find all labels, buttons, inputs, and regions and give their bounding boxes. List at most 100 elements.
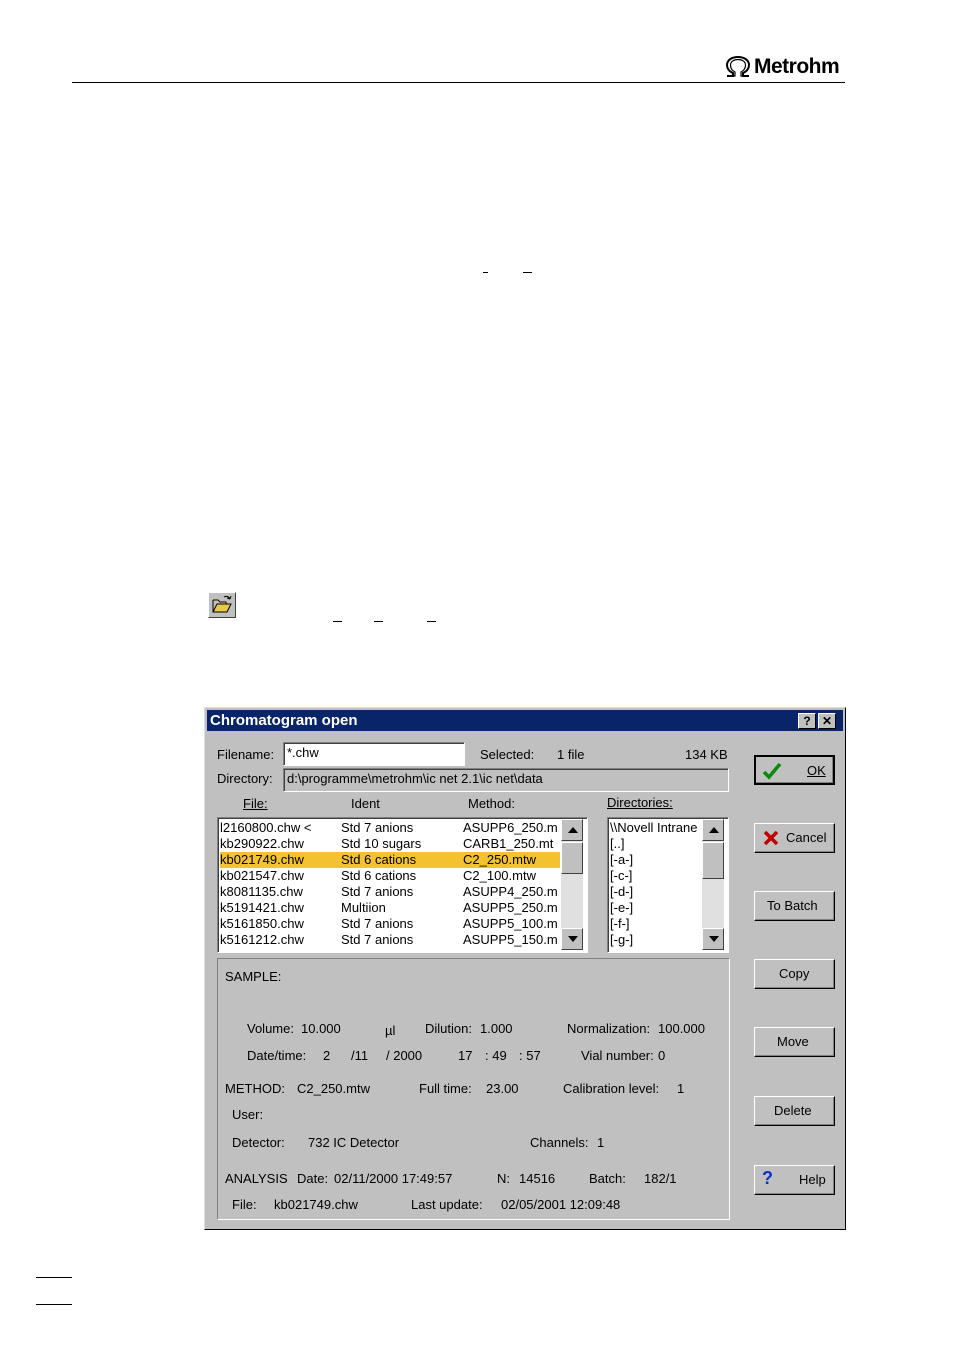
file-list-row[interactable]: k5161212.chw Std 7 anions ASUPP5_150.m	[220, 932, 560, 948]
directory-list-item[interactable]: [-f-]	[610, 916, 702, 932]
file-list-row[interactable]: kb021749.chw Std 6 cations C2_250.mtw	[220, 852, 560, 868]
scroll-up-button[interactable]	[702, 819, 724, 841]
arrow-down-icon	[568, 936, 578, 942]
scroll-thumb[interactable]	[561, 842, 583, 874]
file-ident: Std 7 anions	[341, 820, 414, 835]
scroll-thumb[interactable]	[702, 842, 724, 879]
dilution-value: 1.000	[480, 1021, 513, 1036]
directory-list-item[interactable]: [-e-]	[610, 900, 702, 916]
directory-list-item[interactable]: [-g-]	[610, 932, 702, 948]
time-minute: : 49	[485, 1048, 507, 1063]
file-list-row[interactable]: kb290922.chw Std 10 sugars CARB1_250.mt	[220, 836, 560, 852]
cancel-x-icon	[763, 830, 779, 846]
date-day: 2	[323, 1048, 331, 1063]
scroll-up-button[interactable]	[561, 819, 583, 841]
analysis-label: ANALYSIS	[225, 1171, 288, 1186]
file-method: ASUPP4_250.m	[463, 884, 558, 899]
file-method: ASUPP6_250.m	[463, 820, 558, 835]
lastupdate-label: Last update:	[411, 1197, 483, 1212]
time-second: : 57	[519, 1048, 541, 1063]
file-value: kb021749.chw	[274, 1197, 358, 1212]
analysis-date-label: Date:	[297, 1171, 329, 1186]
ok-label: OK	[807, 763, 826, 778]
open-folder-icon[interactable]	[208, 592, 236, 618]
file-name: kb021749.chw	[220, 852, 304, 867]
file-ident: Std 7 anions	[341, 884, 414, 899]
folder-icon	[212, 595, 232, 613]
file-name: k5161212.chw	[220, 932, 304, 947]
selected-value: 1 file	[557, 747, 585, 762]
method-label: METHOD:	[225, 1081, 285, 1096]
channels-label: Channels:	[530, 1135, 589, 1150]
file-method: C2_100.mtw	[463, 868, 536, 883]
to-batch-label: To Batch	[767, 898, 818, 913]
cancel-label: Cancel	[786, 830, 827, 845]
copy-label: Copy	[779, 966, 810, 981]
brand-name: Metrohm	[754, 55, 840, 78]
arrow-down-icon	[709, 936, 719, 942]
ok-button[interactable]: OK	[754, 755, 835, 785]
n-label: N:	[497, 1171, 510, 1186]
chromatogram-info-panel: SAMPLE: Volume: 10.000 µl Dilution: 1.00…	[217, 958, 730, 1220]
channels-value: 1	[597, 1135, 605, 1150]
move-button[interactable]: Move	[754, 1027, 835, 1057]
file-list-row[interactable]: k8081135.chw Std 7 anions ASUPP4_250.m	[220, 884, 560, 900]
text-mark	[523, 272, 532, 273]
checkmark-icon	[762, 762, 782, 780]
help-button[interactable]: ? Help	[754, 1165, 835, 1195]
file-list-scrollbar[interactable]	[561, 819, 583, 950]
file-list-row[interactable]: k5161850.chw Std 7 anions ASUPP5_100.m	[220, 916, 560, 932]
delete-button[interactable]: Delete	[754, 1096, 835, 1126]
omega-logo-icon	[725, 55, 751, 77]
file-ident: Std 7 anions	[341, 932, 414, 947]
normalization-label: Normalization:	[567, 1021, 651, 1036]
detector-value: 732 IC Detector	[308, 1135, 400, 1150]
file-name: k8081135.chw	[220, 884, 303, 899]
text-mark	[333, 621, 342, 622]
filename-value: *.chw	[287, 745, 319, 760]
arrow-up-icon	[709, 827, 719, 833]
scroll-down-button[interactable]	[561, 928, 583, 950]
dialog-titlebar[interactable]: Chromatogram open ? ✕	[207, 710, 843, 731]
scroll-down-button[interactable]	[702, 928, 724, 950]
fulltime-value: 23.00	[486, 1081, 519, 1096]
file-list-row[interactable]: kb021547.chw Std 6 cations C2_100.mtw	[220, 868, 560, 884]
file-list-row[interactable]: k5191421.chw Multiion ASUPP5_250.m	[220, 900, 560, 916]
help-label: Help	[799, 1172, 826, 1187]
help-title-button[interactable]: ?	[798, 713, 816, 729]
calibration-level-value: 1	[677, 1081, 685, 1096]
batch-label: Batch:	[589, 1171, 626, 1186]
cancel-button[interactable]: Cancel	[754, 823, 835, 853]
directory-list-item[interactable]: \\Novell Intrane	[610, 820, 702, 836]
dir-list-scrollbar[interactable]	[702, 819, 724, 950]
col-file-header: File:	[243, 796, 268, 811]
file-name: k5161850.chw	[220, 916, 304, 931]
volume-label: Volume:	[247, 1021, 294, 1036]
volume-value: 10.000	[301, 1021, 341, 1036]
filename-input[interactable]: *.chw	[283, 742, 465, 766]
chromatogram-open-dialog: Chromatogram open ? ✕ Filename: *.chw Se…	[204, 707, 846, 1230]
arrow-up-icon	[568, 827, 578, 833]
file-list-row[interactable]: l2160800.chw < Std 7 anions ASUPP6_250.m	[220, 820, 560, 836]
file-method: ASUPP5_100.m	[463, 916, 558, 931]
file-list[interactable]: l2160800.chw < Std 7 anions ASUPP6_250.m kb…	[217, 817, 588, 953]
question-icon: ?	[762, 1168, 773, 1188]
selected-label: Selected:	[480, 747, 535, 762]
to-batch-button[interactable]: To Batch	[754, 891, 835, 921]
directory-list[interactable]: \\Novell Intrane [..] [-a-] [-c-] [-d-] [-e-]…	[607, 817, 729, 953]
col-ident-header: Ident	[351, 796, 380, 811]
copy-button[interactable]: Copy	[754, 959, 835, 989]
date-year: / 2000	[386, 1048, 423, 1063]
directory-list-item[interactable]: [-d-]	[610, 884, 702, 900]
close-title-button[interactable]: ✕	[818, 713, 836, 729]
size-value: 134 KB	[685, 747, 728, 762]
directory-list-item[interactable]: [-c-]	[610, 868, 702, 884]
directory-list-item[interactable]: [-a-]	[610, 852, 702, 868]
directory-list-item[interactable]: [..]	[610, 836, 702, 852]
metrohm-logo: Metrohm	[724, 54, 840, 80]
file-label: File:	[232, 1197, 257, 1212]
file-name: l2160800.chw <	[220, 820, 312, 835]
file-method: CARB1_250.mt	[463, 836, 554, 851]
time-hour: 17	[458, 1048, 473, 1063]
file-method: ASUPP5_150.m	[463, 932, 558, 947]
